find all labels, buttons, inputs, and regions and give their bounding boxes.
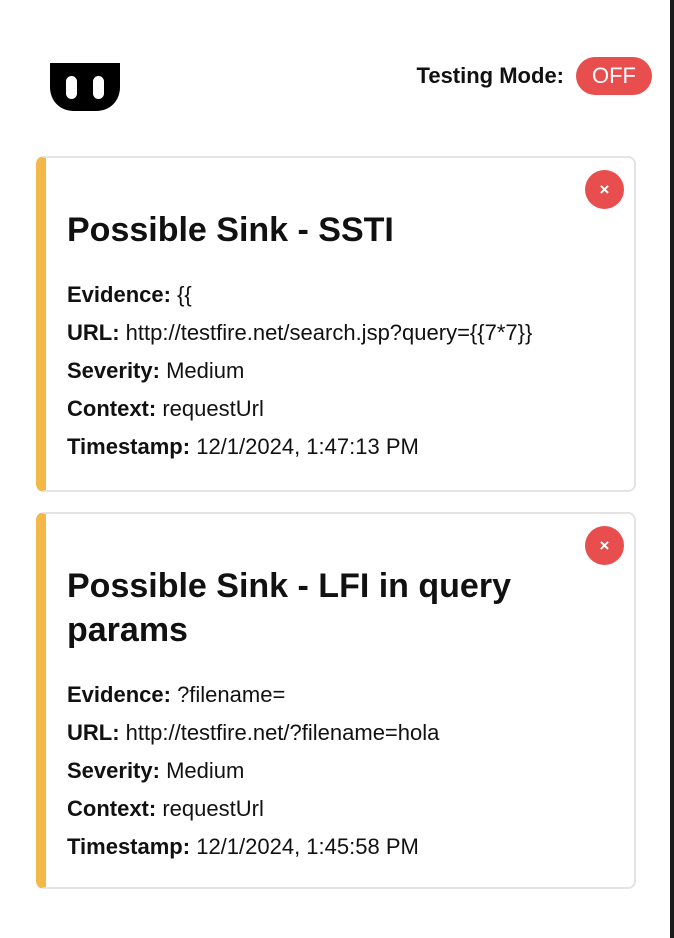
testing-mode-label: Testing Mode:	[416, 63, 564, 88]
context-label: Context:	[67, 796, 157, 821]
context-row: Context: requestUrl	[67, 390, 614, 428]
context-value: requestUrl	[162, 796, 264, 821]
context-label: Context:	[67, 396, 157, 421]
timestamp-value: 12/1/2024, 1:45:58 PM	[196, 834, 419, 859]
finding-card: × Possible Sink - LFI in query params Ev…	[36, 512, 636, 889]
findings-list: × Possible Sink - SSTI Evidence: {{ URL:…	[36, 156, 636, 909]
bw-logo-icon	[50, 63, 120, 111]
severity-value: Medium	[166, 358, 245, 383]
severity-row: Severity: Medium	[67, 752, 614, 790]
url-value: http://testfire.net/?filename=hola	[125, 720, 440, 745]
evidence-value: {{	[177, 282, 192, 307]
url-row: URL: http://testfire.net/search.jsp?quer…	[67, 314, 614, 352]
popup-window: Testing Mode: OFF × Possible Sink - SSTI…	[0, 0, 670, 938]
url-row: URL: http://testfire.net/?filename=hola	[67, 714, 614, 752]
evidence-row: Evidence: ?filename=	[67, 676, 614, 714]
close-button[interactable]: ×	[585, 170, 624, 209]
evidence-label: Evidence:	[67, 682, 171, 707]
finding-card: × Possible Sink - SSTI Evidence: {{ URL:…	[36, 156, 636, 492]
severity-label: Severity:	[67, 358, 160, 383]
header: Testing Mode: OFF	[0, 0, 670, 120]
url-label: URL:	[67, 720, 120, 745]
timestamp-row: Timestamp: 12/1/2024, 1:45:58 PM	[67, 828, 614, 866]
timestamp-label: Timestamp:	[67, 834, 191, 859]
severity-row: Severity: Medium	[67, 352, 614, 390]
close-button[interactable]: ×	[585, 526, 624, 565]
context-row: Context: requestUrl	[67, 790, 614, 828]
severity-label: Severity:	[67, 758, 160, 783]
finding-title: Possible Sink - SSTI	[67, 211, 394, 249]
timestamp-value: 12/1/2024, 1:47:13 PM	[196, 434, 419, 459]
url-value: http://testfire.net/search.jsp?query={{7…	[125, 320, 533, 345]
severity-value: Medium	[166, 758, 245, 783]
evidence-row: Evidence: {{	[67, 276, 614, 314]
timestamp-label: Timestamp:	[67, 434, 191, 459]
testing-mode-toggle[interactable]: OFF	[576, 57, 652, 95]
evidence-label: Evidence:	[67, 282, 171, 307]
context-value: requestUrl	[162, 396, 264, 421]
finding-title: Possible Sink - LFI in query params	[67, 567, 511, 649]
window-edge	[670, 0, 674, 938]
timestamp-row: Timestamp: 12/1/2024, 1:47:13 PM	[67, 428, 614, 466]
url-label: URL:	[67, 320, 120, 345]
evidence-value: ?filename=	[177, 682, 286, 707]
testing-mode: Testing Mode: OFF	[417, 57, 652, 95]
